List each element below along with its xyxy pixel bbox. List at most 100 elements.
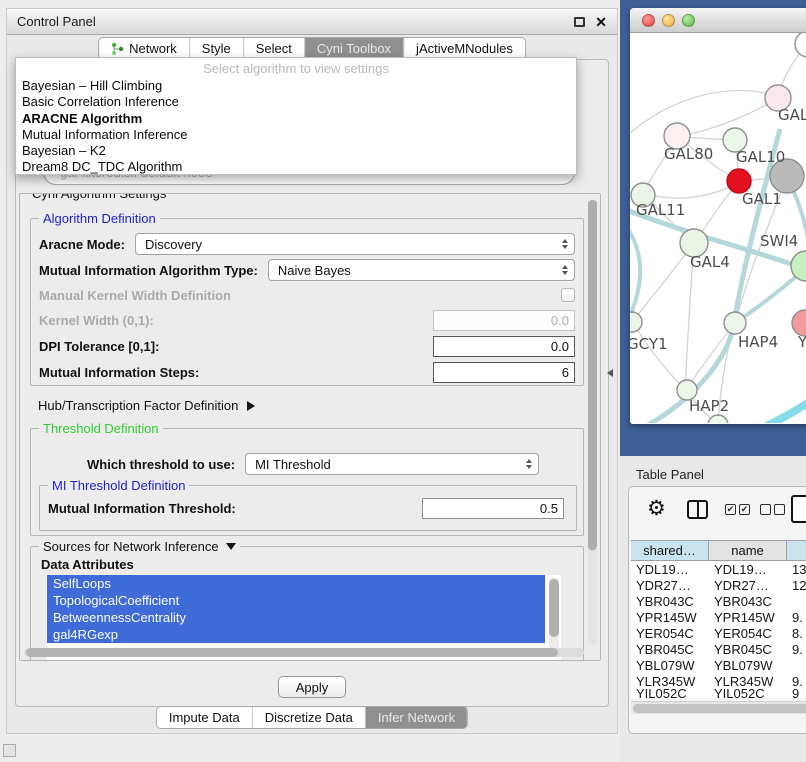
deselect-all-checkboxes-icon[interactable]: [760, 504, 785, 515]
stepper-arrows-icon[interactable]: [562, 239, 570, 249]
settings-horizontal-scrollbar[interactable]: [24, 648, 584, 657]
dpi-tolerance-input[interactable]: [433, 336, 575, 357]
settings-vertical-scrollbar[interactable]: [588, 200, 597, 644]
node-gcy1[interactable]: [630, 312, 642, 332]
table-row[interactable]: YDL19…YDL19…13: [631, 561, 806, 577]
cell[interactable]: 9.: [787, 673, 806, 689]
column-header-name[interactable]: name: [709, 541, 787, 560]
table-row[interactable]: YBL079WYBL079W: [631, 657, 806, 673]
table-row[interactable]: YPR145WYPR145W9.: [631, 609, 806, 625]
cell[interactable]: YBR045C: [631, 641, 709, 657]
kernel-width-input[interactable]: [433, 310, 575, 331]
cell[interactable]: YDR27…: [631, 577, 709, 593]
node-unlabeled-top[interactable]: [795, 33, 806, 57]
apply-button[interactable]: Apply: [278, 676, 346, 698]
table-row[interactable]: YBR043CYBR043C: [631, 593, 806, 609]
float-window-icon[interactable]: [574, 17, 585, 27]
which-threshold-combobox[interactable]: MI Threshold: [245, 453, 539, 475]
tab-style[interactable]: Style: [190, 38, 244, 59]
list-item-gal4rgexp[interactable]: gal4RGexp: [47, 626, 545, 643]
column-header-partial[interactable]: A: [787, 541, 806, 560]
node-label: GAL10: [736, 148, 785, 166]
settings-vscroll-thumb[interactable]: [588, 200, 597, 550]
tab-infer-network[interactable]: Infer Network: [366, 707, 467, 728]
sources-toggle[interactable]: Sources for Network Inference: [39, 539, 240, 554]
cell[interactable]: YER054C: [631, 625, 709, 641]
node-unlabeled-bottom[interactable]: [708, 415, 728, 423]
table-row[interactable]: YER054CYER054C8.: [631, 625, 806, 641]
network-window-titlebar[interactable]: [630, 8, 806, 33]
menu-item-dream8[interactable]: Dream8 DC_TDC Algorithm: [16, 159, 576, 175]
cell[interactable]: YPR145W: [631, 609, 709, 625]
menu-item-aracne[interactable]: ARACNE Algorithm: [16, 111, 576, 127]
cell[interactable]: 12: [787, 577, 806, 593]
tab-discretize-data[interactable]: Discretize Data: [253, 707, 366, 728]
column-header-shared-name[interactable]: shared…: [631, 541, 709, 560]
list-item-selfloops[interactable]: SelfLoops: [47, 575, 545, 592]
cell[interactable]: YBL079W: [709, 657, 787, 673]
settings-hscroll-thumb[interactable]: [26, 648, 558, 657]
cell[interactable]: YDL19…: [709, 561, 787, 577]
list-item-topologicalcoefficient[interactable]: TopologicalCoefficient: [47, 592, 545, 609]
tab-cyni-toolbox[interactable]: Cyni Toolbox: [305, 38, 404, 59]
cell[interactable]: YDR27…: [709, 577, 787, 593]
new-table-icon[interactable]: [791, 495, 806, 523]
cell[interactable]: YLR345W: [631, 673, 709, 689]
menu-item-bayesian-hill-climbing[interactable]: Bayesian – Hill Climbing: [16, 78, 576, 94]
cell[interactable]: YER054C: [709, 625, 787, 641]
list-scrollbar-thumb[interactable]: [549, 579, 559, 637]
cell[interactable]: YLR345W: [709, 673, 787, 689]
list-scrollbar[interactable]: [549, 577, 559, 655]
cell[interactable]: YIL052C: [709, 689, 787, 698]
list-item-betweennesscentrality[interactable]: BetweennessCentrality: [47, 609, 545, 626]
manual-kernel-checkbox[interactable]: [561, 288, 575, 302]
node-hap4[interactable]: [724, 312, 746, 334]
menu-item-mutual-information[interactable]: Mutual Information Inference: [16, 127, 576, 143]
mi-algorithm-type-combobox[interactable]: Naive Bayes: [268, 259, 575, 281]
table-hscroll-thumb[interactable]: [633, 704, 806, 713]
stepper-arrows-icon[interactable]: [562, 265, 570, 275]
cell[interactable]: YIL052C: [631, 689, 709, 698]
table-row[interactable]: YLR345WYLR345W9.: [631, 673, 806, 689]
mi-steps-input[interactable]: [433, 362, 575, 383]
cell[interactable]: 9: [787, 689, 806, 698]
cell[interactable]: YDL19…: [631, 561, 709, 577]
cell[interactable]: YBR043C: [709, 593, 787, 609]
panel-splitter-collapse-icon[interactable]: [607, 369, 613, 377]
tab-select[interactable]: Select: [244, 38, 305, 59]
tab-network[interactable]: Network: [99, 38, 190, 59]
cell[interactable]: YBR043C: [631, 593, 709, 609]
zoom-traffic-light-icon[interactable]: [682, 14, 695, 27]
aracne-mode-combobox[interactable]: Discovery: [135, 233, 575, 255]
minimize-traffic-light-icon[interactable]: [662, 14, 675, 27]
cell[interactable]: 8.: [787, 625, 806, 641]
network-desktop: GAL GAL80 GAL10 GAL1 GAL11 GAL4 SWI4 HAP…: [620, 0, 806, 456]
table-row[interactable]: YBR045CYBR045C9.: [631, 641, 806, 657]
stepper-arrows-icon[interactable]: [526, 459, 534, 469]
gear-icon[interactable]: ⚙: [647, 498, 666, 519]
table-row[interactable]: YDR27…YDR27…12: [631, 577, 806, 593]
cell[interactable]: [787, 593, 806, 609]
cell[interactable]: 9.: [787, 641, 806, 657]
resize-grip-icon[interactable]: [3, 744, 16, 757]
select-all-checkboxes-icon[interactable]: ✔✔: [725, 504, 750, 515]
cell[interactable]: 9.: [787, 609, 806, 625]
tab-impute-data[interactable]: Impute Data: [157, 707, 253, 728]
close-traffic-light-icon[interactable]: [642, 14, 655, 27]
columns-icon[interactable]: [687, 500, 708, 519]
cell[interactable]: YBL079W: [631, 657, 709, 673]
table-horizontal-scrollbar[interactable]: [631, 701, 806, 714]
chevron-right-icon: [247, 401, 255, 411]
menu-item-bayesian-k2[interactable]: Bayesian – K2: [16, 143, 576, 159]
tab-jactivemnodules[interactable]: jActiveMNodules: [404, 38, 525, 59]
network-canvas[interactable]: GAL GAL80 GAL10 GAL1 GAL11 GAL4 SWI4 HAP…: [630, 33, 806, 423]
hub-definition-toggle[interactable]: Hub/Transcription Factor Definition: [38, 398, 255, 413]
cell[interactable]: YBR045C: [709, 641, 787, 657]
table-row[interactable]: YIL052CYIL052C9: [631, 689, 806, 698]
cell[interactable]: 13: [787, 561, 806, 577]
mi-threshold-input[interactable]: [422, 498, 564, 519]
close-icon[interactable]: ✕: [595, 15, 607, 29]
menu-item-basic-correlation[interactable]: Basic Correlation Inference: [16, 94, 576, 110]
cell[interactable]: [787, 657, 806, 673]
cell[interactable]: YPR145W: [709, 609, 787, 625]
